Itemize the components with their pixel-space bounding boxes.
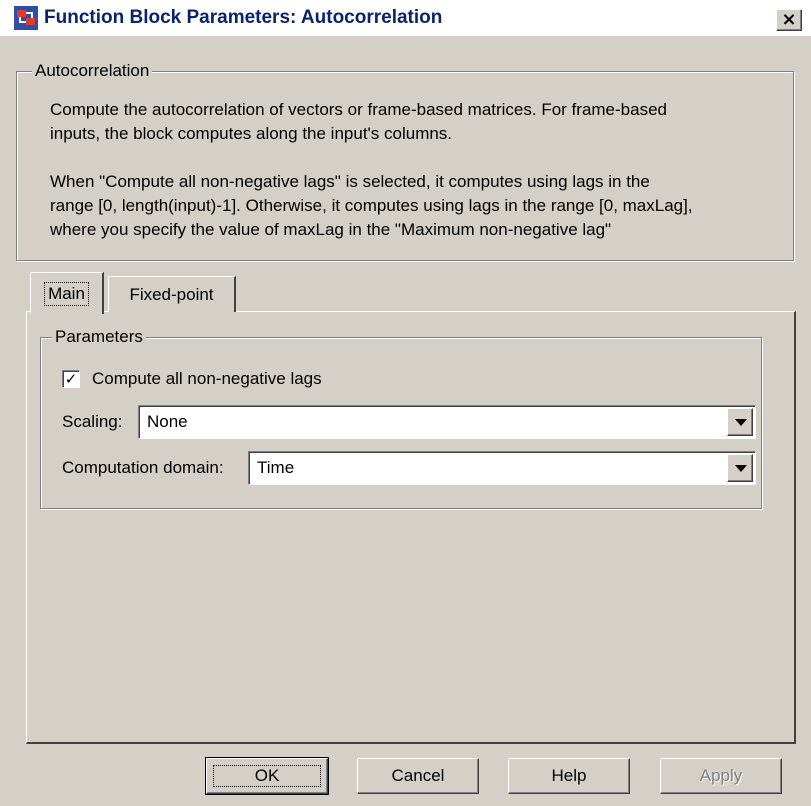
title-bar[interactable]: Function Block Parameters: Autocorrelati… xyxy=(0,0,811,36)
description-line: When "Compute all non-negative lags" is … xyxy=(50,172,650,191)
description-text: Compute the autocorrelation of vectors o… xyxy=(50,98,693,242)
apply-button[interactable]: Apply xyxy=(660,758,782,794)
description-legend: Autocorrelation xyxy=(32,61,153,81)
scaling-label: Scaling: xyxy=(62,412,123,431)
close-icon: × xyxy=(781,9,797,30)
dialog-window: Function Block Parameters: Autocorrelati… xyxy=(0,0,811,806)
description-line: where you specify the value of maxLag in… xyxy=(50,220,612,239)
parameters-legend: Parameters xyxy=(52,327,146,347)
tab-main[interactable]: Main xyxy=(30,272,104,314)
compute-all-lags-checkbox[interactable]: ✓ xyxy=(62,370,80,388)
compute-all-lags-label: Compute all non-negative lags xyxy=(92,369,322,388)
tab-fixed-point-label: Fixed-point xyxy=(129,284,214,304)
scaling-value: None xyxy=(147,412,188,431)
help-button[interactable]: Help xyxy=(508,758,630,794)
scaling-select[interactable]: None xyxy=(138,405,756,439)
description-line xyxy=(50,146,693,170)
simulink-block-icon xyxy=(14,6,38,30)
description-line: inputs, the block computes along the inp… xyxy=(50,124,453,143)
window-title: Function Block Parameters: Autocorrelati… xyxy=(44,7,443,28)
description-line: Compute the autocorrelation of vectors o… xyxy=(50,100,667,119)
chevron-down-icon[interactable] xyxy=(727,454,753,482)
close-button[interactable]: × xyxy=(776,9,802,31)
tab-main-label: Main xyxy=(44,281,89,306)
computation-domain-value: Time xyxy=(257,458,295,477)
computation-domain-label: Computation domain: xyxy=(62,458,224,477)
chevron-down-icon[interactable] xyxy=(727,408,753,436)
tab-fixed-point[interactable]: Fixed-point xyxy=(108,276,236,312)
computation-domain-select[interactable]: Time xyxy=(248,451,756,485)
check-icon: ✓ xyxy=(64,369,78,388)
description-line: range [0, length(input)-1]. Otherwise, i… xyxy=(50,196,693,215)
ok-button[interactable]: OK xyxy=(205,757,329,795)
cancel-button[interactable]: Cancel xyxy=(357,758,479,794)
